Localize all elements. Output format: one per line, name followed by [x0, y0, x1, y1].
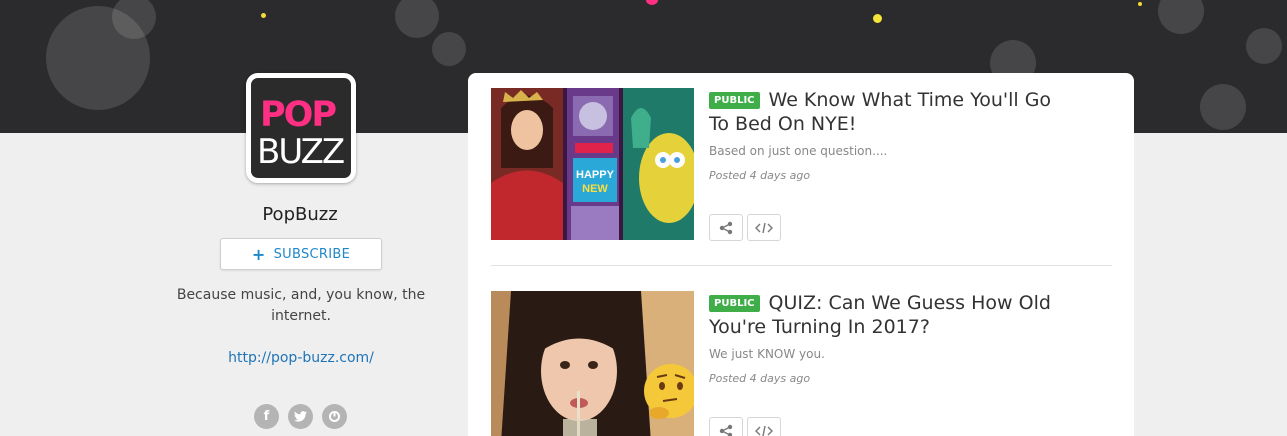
- channel-name: PopBuzz: [262, 204, 338, 225]
- banner-dot: [1138, 2, 1142, 6]
- code-icon: [755, 425, 773, 436]
- public-badge: PUBLIC: [709, 92, 760, 109]
- website-link[interactable]: http://pop-buzz.com/: [160, 350, 442, 366]
- quiz-posted-date: Posted 4 days ago: [709, 169, 811, 182]
- twitter-icon[interactable]: [288, 404, 313, 429]
- quiz-list-card: HAPPY NEW PUBLIC We Know What Time You'll…: [468, 73, 1134, 436]
- channel-bio: Because music, and, you know, the intern…: [176, 287, 426, 324]
- share-button[interactable]: [709, 214, 743, 241]
- quiz-title-wrap[interactable]: PUBLIC We Know What Time You'll Go To Bed…: [709, 88, 1069, 136]
- share-icon: [719, 221, 733, 234]
- svg-text:NEW: NEW: [582, 183, 608, 195]
- banner-dot: [646, 0, 658, 5]
- banner-bubble: [1200, 84, 1246, 130]
- social-links: f: [254, 404, 347, 429]
- quiz-title[interactable]: We Know What Time You'll Go To Bed On NY…: [709, 89, 1051, 135]
- share-icon: [719, 424, 733, 436]
- logo-text-pop: POP: [260, 95, 337, 135]
- quiz-title[interactable]: QUIZ: Can We Guess How Old You're Turnin…: [709, 292, 1051, 338]
- logo-text-buzz: BUZZ: [257, 132, 345, 172]
- banner-bubble: [432, 32, 466, 66]
- banner-bubble: [1246, 28, 1282, 64]
- quiz-info: PUBLIC We Know What Time You'll Go To Bed…: [709, 88, 1069, 182]
- quiz-actions: [709, 417, 781, 436]
- embed-button[interactable]: [747, 417, 781, 436]
- banner-bubble: [112, 0, 156, 39]
- banner-dot: [873, 14, 882, 23]
- logo-inner: POP BUZZ: [251, 78, 351, 178]
- quiz-thumbnail[interactable]: HAPPY NEW: [491, 88, 694, 240]
- banner-bubble: [1158, 0, 1204, 34]
- plus-icon: +: [251, 244, 266, 264]
- channel-logo[interactable]: POP BUZZ: [246, 73, 356, 183]
- quiz-actions: [709, 214, 781, 241]
- vine-icon[interactable]: [322, 404, 347, 429]
- quiz-description: Based on just one question....: [709, 144, 888, 158]
- quiz-posted-date: Posted 4 days ago: [709, 372, 811, 385]
- share-button[interactable]: [709, 417, 743, 436]
- quiz-description: We just KNOW you.: [709, 347, 825, 361]
- subscribe-label: SUBSCRIBE: [273, 246, 351, 262]
- banner-dot: [261, 13, 266, 18]
- facebook-icon[interactable]: f: [254, 404, 279, 429]
- subscribe-button[interactable]: + SUBSCRIBE: [220, 238, 382, 270]
- banner-bubble: [395, 0, 439, 38]
- public-badge: PUBLIC: [709, 295, 760, 312]
- quiz-info: PUBLIC QUIZ: Can We Guess How Old You're …: [709, 291, 1069, 385]
- code-icon: [755, 222, 773, 233]
- embed-button[interactable]: [747, 214, 781, 241]
- item-divider: [491, 265, 1112, 266]
- quiz-thumbnail[interactable]: [491, 291, 694, 436]
- svg-text:HAPPY: HAPPY: [576, 169, 615, 181]
- quiz-title-wrap[interactable]: PUBLIC QUIZ: Can We Guess How Old You're …: [709, 291, 1069, 339]
